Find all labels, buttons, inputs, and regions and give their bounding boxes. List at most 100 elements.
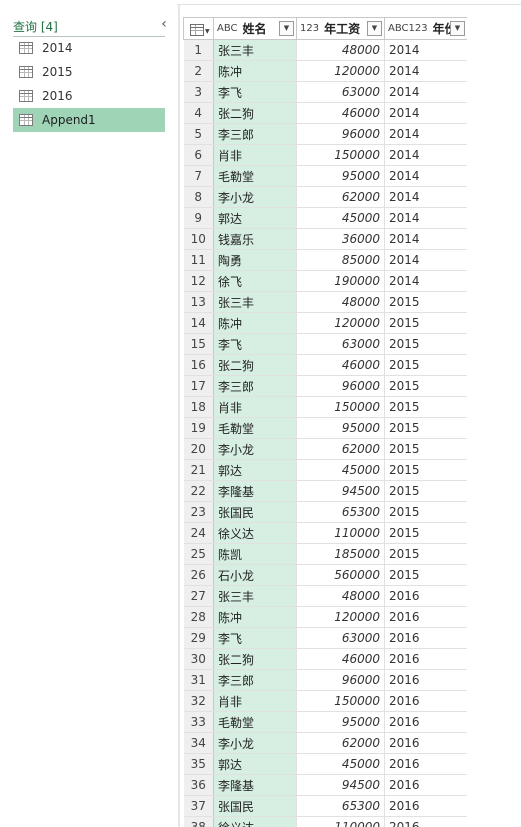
cell-name[interactable]: 肖非: [213, 690, 297, 712]
cell-name[interactable]: 张二狗: [213, 102, 297, 124]
cell-year[interactable]: 2016: [384, 690, 467, 712]
cell-salary[interactable]: 45000: [296, 753, 385, 775]
cell-year[interactable]: 2015: [384, 564, 467, 586]
cell-name[interactable]: 张二狗: [213, 648, 297, 670]
cell-name[interactable]: 肖非: [213, 144, 297, 166]
cell-salary[interactable]: 150000: [296, 396, 385, 418]
cell-salary[interactable]: 96000: [296, 123, 385, 145]
cell-name[interactable]: 李三郎: [213, 669, 297, 691]
cell-salary[interactable]: 94500: [296, 774, 385, 796]
cell-name[interactable]: 张三丰: [213, 39, 297, 61]
cell-salary[interactable]: 110000: [296, 522, 385, 544]
cell-year[interactable]: 2015: [384, 417, 467, 439]
cell-name[interactable]: 张三丰: [213, 585, 297, 607]
cell-year[interactable]: 2015: [384, 501, 467, 523]
cell-year[interactable]: 2014: [384, 81, 467, 103]
cell-name[interactable]: 陈冲: [213, 312, 297, 334]
filter-dropdown-icon[interactable]: ▼: [367, 21, 382, 36]
cell-salary[interactable]: 45000: [296, 459, 385, 481]
cell-year[interactable]: 2015: [384, 438, 467, 460]
cell-salary[interactable]: 62000: [296, 186, 385, 208]
cell-name[interactable]: 李飞: [213, 627, 297, 649]
cell-year[interactable]: 2015: [384, 543, 467, 565]
cell-salary[interactable]: 560000: [296, 564, 385, 586]
cell-salary[interactable]: 85000: [296, 249, 385, 271]
cell-name[interactable]: 钱嘉乐: [213, 228, 297, 250]
cell-year[interactable]: 2014: [384, 60, 467, 82]
cell-year[interactable]: 2016: [384, 669, 467, 691]
cell-name[interactable]: 陶勇: [213, 249, 297, 271]
cell-salary[interactable]: 120000: [296, 312, 385, 334]
cell-year[interactable]: 2016: [384, 816, 467, 827]
column-header-name[interactable]: ABC 姓名 ▼: [213, 17, 297, 40]
cell-year[interactable]: 2015: [384, 396, 467, 418]
collapse-chevron-icon[interactable]: ‹: [157, 15, 171, 33]
cell-year[interactable]: 2015: [384, 459, 467, 481]
table-menu-button[interactable]: ▼: [183, 17, 214, 40]
cell-salary[interactable]: 120000: [296, 606, 385, 628]
cell-year[interactable]: 2015: [384, 291, 467, 313]
cell-salary[interactable]: 65300: [296, 501, 385, 523]
cell-salary[interactable]: 63000: [296, 81, 385, 103]
cell-name[interactable]: 陈冲: [213, 60, 297, 82]
cell-salary[interactable]: 63000: [296, 333, 385, 355]
cell-name[interactable]: 张国民: [213, 501, 297, 523]
cell-name[interactable]: 毛勒堂: [213, 711, 297, 733]
query-item-2016[interactable]: 2016: [13, 84, 165, 108]
cell-salary[interactable]: 95000: [296, 165, 385, 187]
cell-salary[interactable]: 190000: [296, 270, 385, 292]
pane-splitter[interactable]: [178, 4, 180, 827]
cell-year[interactable]: 2015: [384, 375, 467, 397]
query-item-append1[interactable]: Append1: [13, 108, 165, 132]
cell-salary[interactable]: 94500: [296, 480, 385, 502]
cell-year[interactable]: 2016: [384, 774, 467, 796]
cell-year[interactable]: 2016: [384, 753, 467, 775]
cell-year[interactable]: 2014: [384, 228, 467, 250]
cell-name[interactable]: 张国民: [213, 795, 297, 817]
cell-name[interactable]: 郭达: [213, 459, 297, 481]
cell-name[interactable]: 李飞: [213, 81, 297, 103]
cell-year[interactable]: 2016: [384, 711, 467, 733]
cell-salary[interactable]: 46000: [296, 102, 385, 124]
cell-salary[interactable]: 62000: [296, 732, 385, 754]
cell-name[interactable]: 李小龙: [213, 186, 297, 208]
cell-salary[interactable]: 95000: [296, 417, 385, 439]
cell-year[interactable]: 2014: [384, 165, 467, 187]
query-item-2015[interactable]: 2015: [13, 60, 165, 84]
cell-name[interactable]: 徐义达: [213, 522, 297, 544]
cell-name[interactable]: 李飞: [213, 333, 297, 355]
column-header-salary[interactable]: 123 年工资 ▼: [296, 17, 385, 40]
cell-salary[interactable]: 185000: [296, 543, 385, 565]
any-type-icon[interactable]: ABC123: [388, 23, 428, 34]
cell-name[interactable]: 徐义达: [213, 816, 297, 827]
number-type-icon[interactable]: 123: [300, 23, 319, 34]
cell-salary[interactable]: 45000: [296, 207, 385, 229]
cell-salary[interactable]: 48000: [296, 39, 385, 61]
cell-salary[interactable]: 48000: [296, 585, 385, 607]
cell-year[interactable]: 2015: [384, 312, 467, 334]
cell-year[interactable]: 2014: [384, 186, 467, 208]
cell-year[interactable]: 2014: [384, 102, 467, 124]
cell-year[interactable]: 2015: [384, 354, 467, 376]
cell-salary[interactable]: 96000: [296, 375, 385, 397]
cell-name[interactable]: 毛勒堂: [213, 165, 297, 187]
cell-salary[interactable]: 62000: [296, 438, 385, 460]
cell-name[interactable]: 李小龙: [213, 732, 297, 754]
cell-year[interactable]: 2016: [384, 732, 467, 754]
cell-year[interactable]: 2015: [384, 333, 467, 355]
cell-salary[interactable]: 65300: [296, 795, 385, 817]
cell-year[interactable]: 2015: [384, 522, 467, 544]
cell-salary[interactable]: 46000: [296, 354, 385, 376]
cell-year[interactable]: 2014: [384, 39, 467, 61]
cell-name[interactable]: 李三郎: [213, 375, 297, 397]
cell-salary[interactable]: 63000: [296, 627, 385, 649]
cell-year[interactable]: 2015: [384, 480, 467, 502]
cell-name[interactable]: 陈凯: [213, 543, 297, 565]
cell-name[interactable]: 李三郎: [213, 123, 297, 145]
cell-salary[interactable]: 95000: [296, 711, 385, 733]
cell-year[interactable]: 2016: [384, 627, 467, 649]
cell-year[interactable]: 2014: [384, 144, 467, 166]
cell-name[interactable]: 张三丰: [213, 291, 297, 313]
cell-name[interactable]: 郭达: [213, 753, 297, 775]
cell-salary[interactable]: 36000: [296, 228, 385, 250]
